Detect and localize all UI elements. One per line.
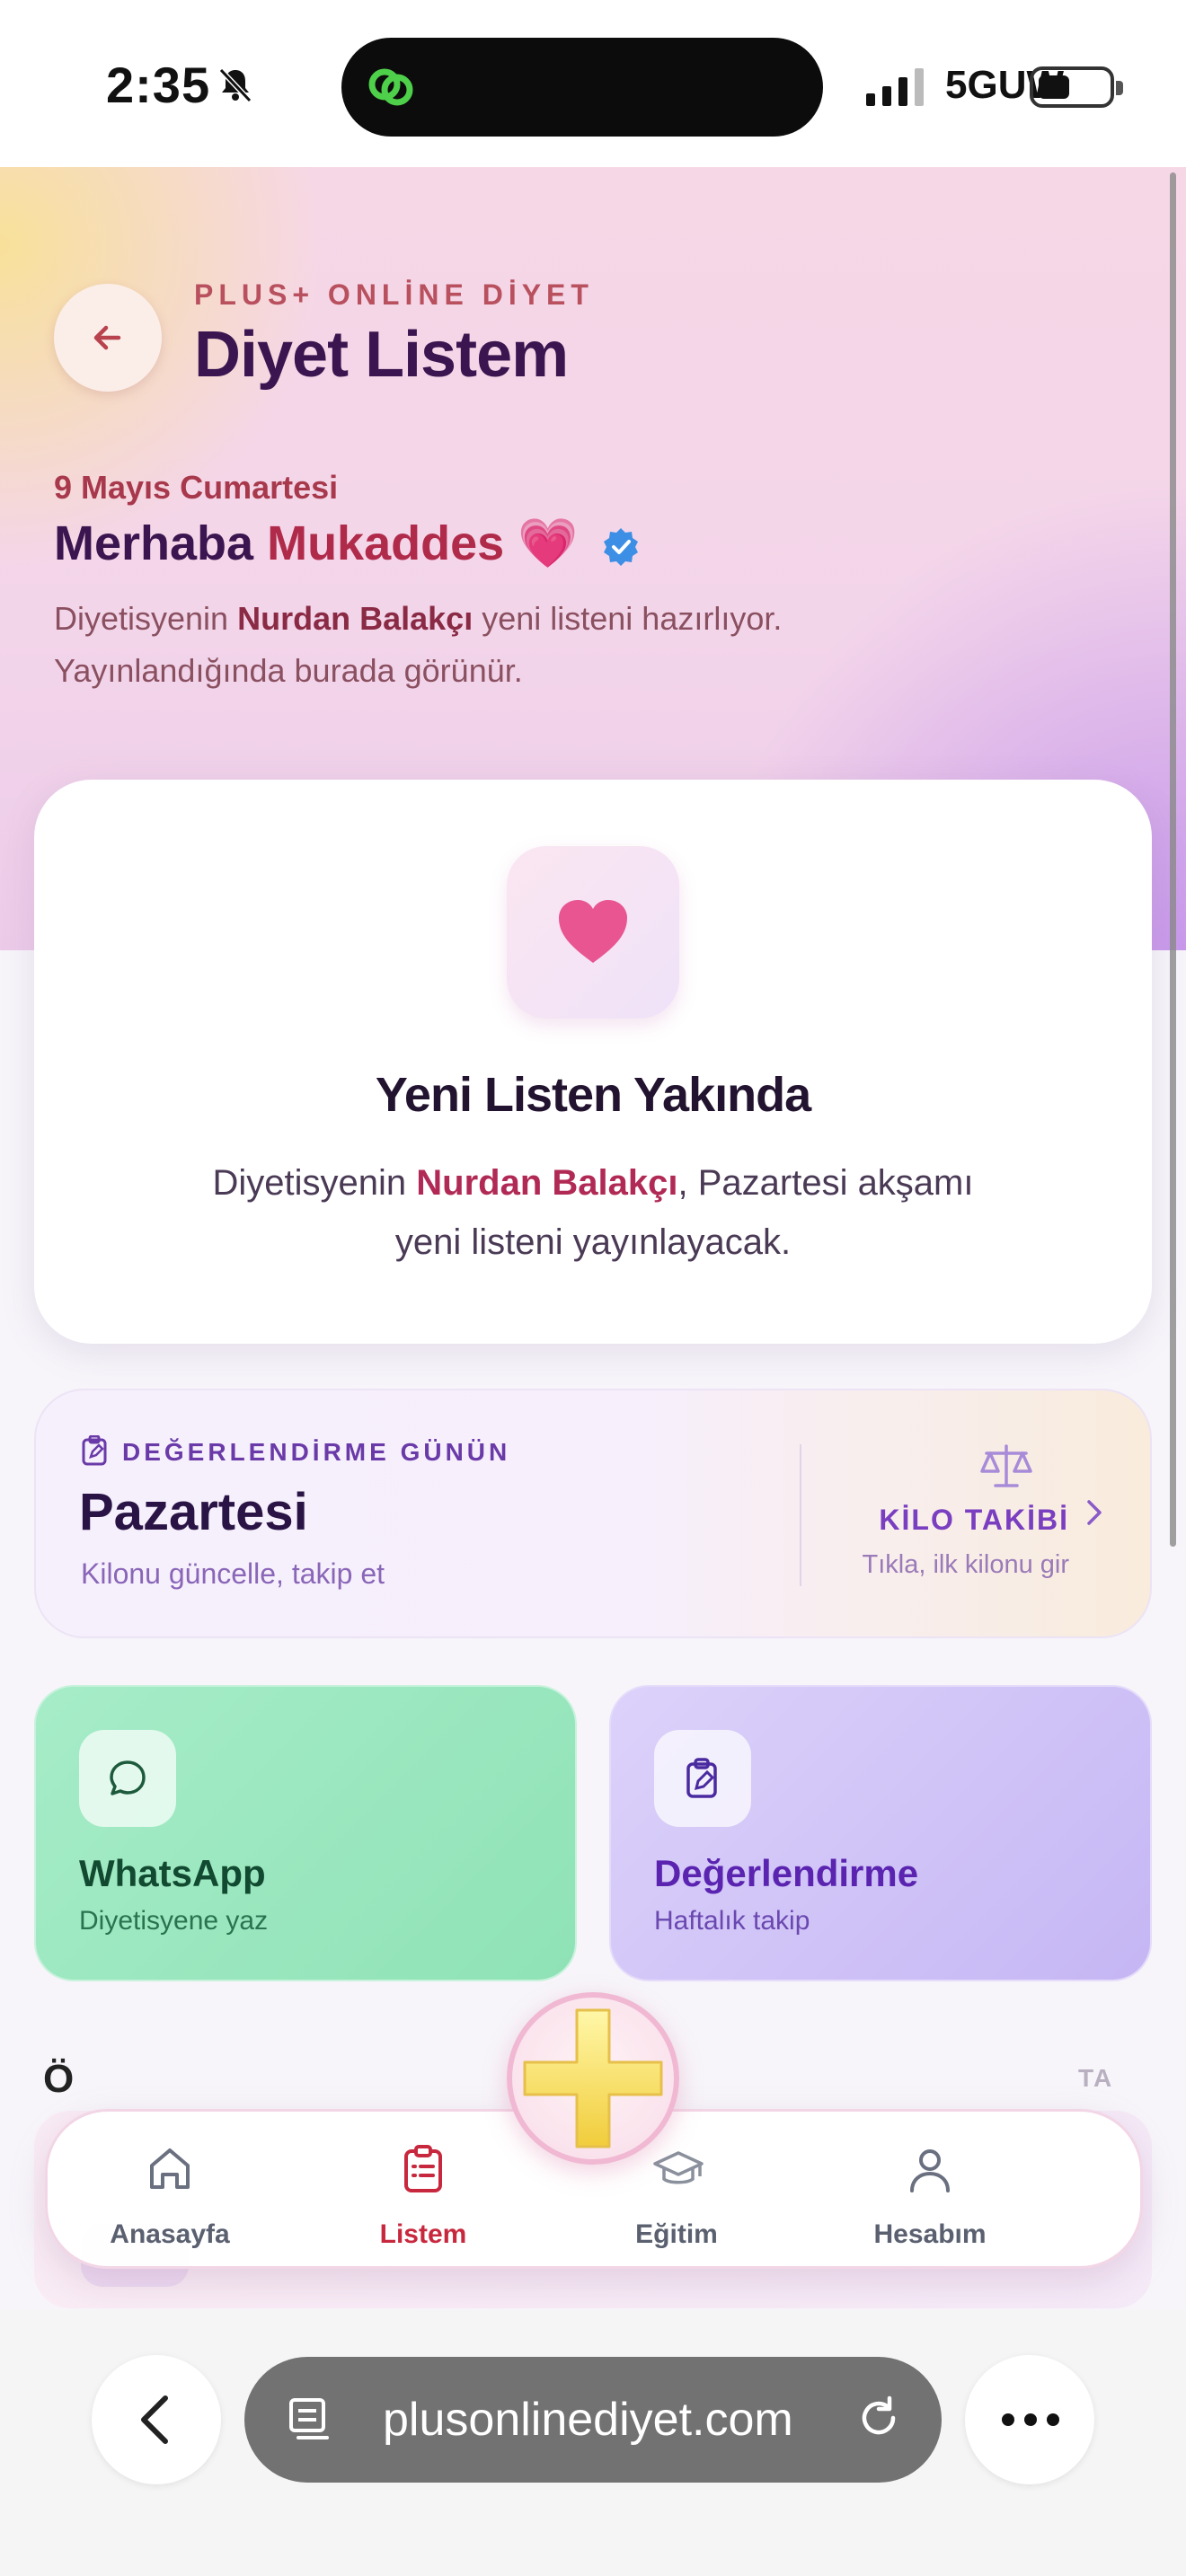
nav-item-account[interactable]: Hesabım — [840, 2112, 1020, 2272]
address-bar[interactable]: plusonlinediyet.com — [244, 2357, 942, 2483]
clipboard-icon-tile — [654, 1730, 751, 1827]
signal-icon — [866, 68, 924, 106]
nav-label-education: Eğitim — [635, 2219, 718, 2249]
coming-soon-title: Yeni Listen Yakında — [375, 1068, 811, 1122]
arrow-left-icon — [93, 325, 121, 350]
desc-prefix: Diyetisyenin — [212, 1163, 407, 1203]
page-title: Diyet Listem — [194, 319, 569, 391]
dietitian-name: Nurdan Balakçı — [237, 600, 474, 637]
greeting: Merhaba Mukaddes 💗 — [54, 516, 642, 572]
review-tile[interactable]: Değerlendirme Haftalık takip — [609, 1685, 1152, 1981]
section-title-partial: Ö — [43, 2057, 75, 2101]
reload-icon[interactable] — [854, 2393, 904, 2443]
coming-soon-card: Yeni Listen Yakında Diyetisyenin Nurdan … — [34, 780, 1152, 1344]
clipboard-edit-icon — [82, 1434, 107, 1466]
desc-suffix: , Pazartesi akşamı — [677, 1163, 974, 1203]
home-icon — [150, 2148, 190, 2189]
info-line2: Yayınlandığında burada görünür. — [54, 652, 523, 689]
verified-badge-icon — [604, 527, 639, 566]
evaluation-subtitle: Kilonu güncelle, takip et — [81, 1557, 385, 1590]
clipboard-edit-icon — [686, 1758, 717, 1798]
more-options-button[interactable] — [965, 2355, 1094, 2484]
brand-label: PLUS+ ONLİNE DİYET — [194, 278, 594, 311]
chat-bubble-icon — [110, 1760, 146, 1795]
whatsapp-tile[interactable]: WhatsApp Diyetisyene yaz — [34, 1685, 577, 1981]
user-icon — [910, 2149, 950, 2192]
info-suffix: yeni listeni hazırlıyor. — [482, 600, 783, 637]
heart-icon — [559, 900, 627, 963]
scale-icon — [980, 1444, 1032, 1487]
nav-label-my-list: Listem — [379, 2219, 467, 2249]
user-name: Mukaddes — [267, 516, 505, 570]
evaluation-kicker-text: DEĞERLENDİRME GÜNÜN — [122, 1438, 511, 1466]
info-prefix: Diyetisyenin — [54, 600, 229, 637]
section-link-partial[interactable]: TA — [1078, 2064, 1113, 2093]
dietitian-name: Nurdan Balakçı — [416, 1163, 678, 1203]
greeting-prefix: Merhaba — [54, 516, 254, 570]
dynamic-island — [341, 38, 823, 137]
nav-item-my-list[interactable]: Listem — [333, 2112, 513, 2272]
chevron-right-icon[interactable] — [1084, 1496, 1105, 1529]
page-icon — [289, 2398, 329, 2439]
browser-toolbar: plusonlinediyet.com — [0, 2310, 1186, 2576]
date-label: 9 Mayıs Cumartesi — [54, 469, 339, 506]
chevron-left-icon — [141, 2395, 168, 2444]
heart-tile — [507, 846, 679, 1019]
browser-back-button[interactable] — [92, 2355, 221, 2484]
nav-item-home[interactable]: Anasayfa — [80, 2112, 260, 2272]
bell-off-icon — [218, 67, 252, 103]
hero-info-text: Diyetisyenin Nurdan Balakçı yeni listeni… — [54, 593, 952, 697]
clipboard-list-icon — [404, 2145, 442, 2192]
weight-tracking-title: KİLO TAKİBİ — [879, 1504, 1069, 1536]
nav-label-home: Anasayfa — [110, 2219, 230, 2249]
review-title: Değerlendirme — [654, 1852, 919, 1894]
nav-label-account: Hesabım — [873, 2219, 987, 2249]
evaluation-day-card[interactable]: DEĞERLENDİRME GÜNÜN Pazartesi Kilonu gün… — [34, 1389, 1152, 1638]
whatsapp-subtitle: Diyetisyene yaz — [79, 1906, 269, 1936]
battery-icon — [1030, 66, 1123, 108]
back-button[interactable] — [54, 284, 162, 392]
scrollbar[interactable] — [1170, 172, 1176, 1547]
heart-emoji: 💗 — [518, 516, 579, 570]
coming-soon-desc: Diyetisyenin Nurdan Balakçı, Pazartesi a… — [160, 1153, 1026, 1272]
evaluation-day: Pazartesi — [79, 1483, 308, 1541]
link-app-icon — [368, 68, 413, 106]
plus-icon — [523, 2008, 663, 2148]
weight-tracking-subtitle: Tıkla, ilk kilonu gir — [862, 1550, 1069, 1579]
url-text: plusonlinediyet.com — [383, 2394, 793, 2446]
more-horizontal-icon — [1002, 2413, 1059, 2426]
review-subtitle: Haftalık takip — [654, 1906, 810, 1936]
status-bar: 2:35 5GUW — [0, 0, 1186, 167]
add-button[interactable] — [507, 1992, 679, 2165]
clock: 2:35 — [106, 57, 211, 113]
whatsapp-title: WhatsApp — [79, 1852, 266, 1894]
chat-icon-tile — [79, 1730, 176, 1827]
desc-line2: yeni listeni yayınlayacak. — [394, 1222, 792, 1262]
evaluation-kicker: DEĞERLENDİRME GÜNÜN — [81, 1434, 511, 1467]
